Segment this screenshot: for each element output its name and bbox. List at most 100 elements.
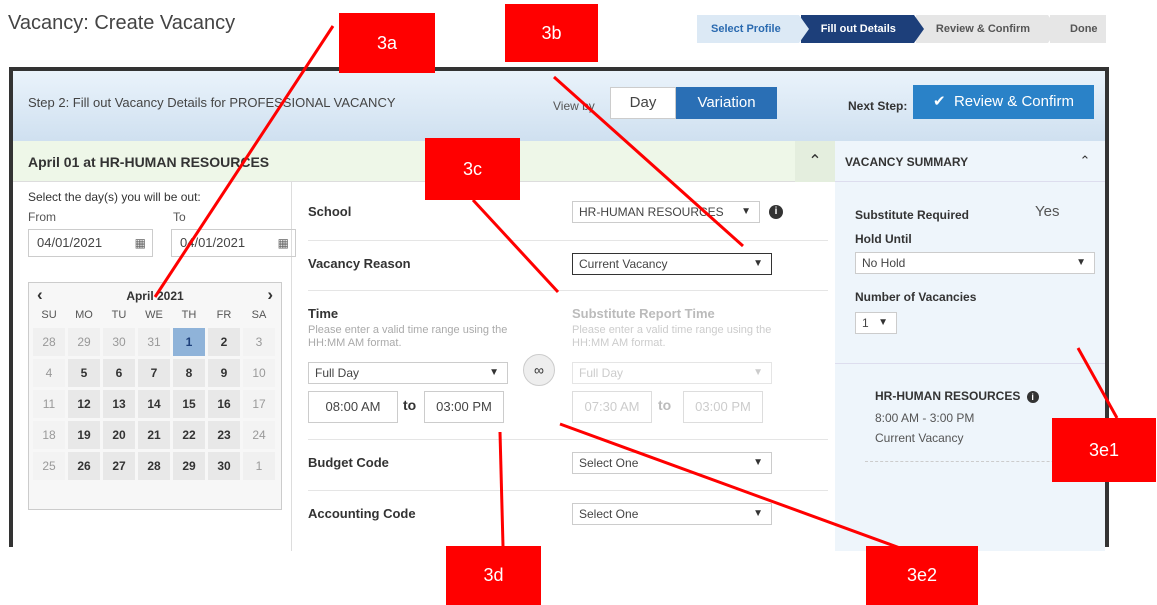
calendar-icon[interactable]: ▦ [135,230,146,256]
calendar-dow: FR [216,309,232,321]
calendar-day[interactable]: 17 [243,390,275,418]
view-by-label: View by [553,99,595,113]
calendar-day[interactable]: 29 [68,328,100,356]
day-header-title: April 01 at HR-HUMAN RESOURCES [28,154,270,170]
divider [308,490,828,491]
calendar-day[interactable]: 30 [208,452,240,480]
calendar-day[interactable]: 28 [138,452,170,480]
chevron-down-icon: ▼ [753,367,763,378]
sub-time-select[interactable]: Full Day ▼ [572,362,772,384]
sub-time-select-value: Full Day [579,366,624,380]
budget-code-select[interactable]: Select One ▼ [572,452,772,474]
vacancy-reason-select[interactable]: Current Vacancy ▼ [572,253,772,275]
review-confirm-label: Review & Confirm [953,93,1074,110]
calendar-day[interactable]: 1 [173,328,205,356]
calendar-day[interactable]: 7 [138,359,170,387]
calendar-day[interactable]: 5 [68,359,100,387]
review-confirm-button[interactable]: ✔ Review & Confirm [913,85,1094,119]
vacancy-panel: Step 2: Fill out Vacancy Details for PRO… [9,67,1109,551]
calendar-day[interactable]: 23 [208,421,240,449]
calendar-day[interactable]: 9 [208,359,240,387]
calendar-day[interactable]: 10 [243,359,275,387]
to-label: To [173,210,186,224]
callout-3e1: 3e1 [1052,418,1156,482]
accounting-code-label: Accounting Code [308,506,416,521]
date-selection: Select the day(s) you will be out: From … [13,182,296,551]
calendar-dow: TH [181,309,197,321]
school-label: School [308,204,352,219]
collapse-day-button[interactable]: ⌃ [795,141,835,182]
from-date-value: 04/01/2021 [37,235,103,250]
from-label: From [28,210,56,224]
sub-required-value: Yes [1035,203,1060,220]
calendar-day[interactable]: 24 [243,421,275,449]
callout-3e2: 3e2 [866,546,978,605]
calendar-day[interactable]: 13 [103,390,135,418]
divider [308,439,828,440]
calendar-header: ‹ April 2021 › [29,283,281,309]
calendar-day[interactable]: 16 [208,390,240,418]
calendar-day[interactable]: 30 [103,328,135,356]
collapse-summary-button[interactable]: ⌃ [1065,141,1105,182]
time-select[interactable]: Full Day ▼ [308,362,508,384]
num-vacancies-select[interactable]: 1 ▼ [855,312,897,334]
calendar-day[interactable]: 26 [68,452,100,480]
calendar-dow: TU [111,309,127,321]
callout-3b: 3b [505,4,598,62]
sub-time-hint: Please enter a valid time range using th… [572,324,772,349]
calendar-day[interactable]: 31 [138,328,170,356]
sub-time-start-input[interactable]: 07:30 AM [572,391,652,423]
step-review-confirm[interactable]: Review & Confirm [915,15,1059,43]
calendar-day[interactable]: 21 [138,421,170,449]
calendar-day[interactable]: 2 [208,328,240,356]
calendar-day[interactable]: 12 [68,390,100,418]
calendar-day[interactable]: 11 [33,390,65,418]
summary-title: VACANCY SUMMARY [845,155,969,169]
calendar-day[interactable]: 20 [103,421,135,449]
school-select[interactable]: HR-HUMAN RESOURCES ▼ [572,201,760,223]
chevron-down-icon: ▼ [753,508,763,519]
time-hint: Please enter a valid time range using th… [308,324,508,349]
info-icon[interactable]: i [1026,391,1039,403]
from-date-input[interactable]: 04/01/2021 ▦ [28,229,153,257]
step-label: Review & Confirm [935,23,1031,35]
calendar-day[interactable]: 18 [33,421,65,449]
calendar-day[interactable]: 8 [173,359,205,387]
calendar-day[interactable]: 15 [173,390,205,418]
view-variation-button[interactable]: Variation [676,87,777,119]
hold-until-select[interactable]: No Hold ▼ [855,252,1095,274]
sub-time-end-input[interactable]: 03:00 PM [683,391,763,423]
divider [308,240,828,241]
time-start-input[interactable]: 08:00 AM [308,391,398,423]
accounting-code-select[interactable]: Select One ▼ [572,503,772,525]
calendar-day[interactable]: 4 [33,359,65,387]
step-done[interactable]: Done [1050,15,1106,43]
calendar-day[interactable]: 1 [243,452,275,480]
accounting-code-value: Select One [579,507,639,521]
step-bar: Step 2: Fill out Vacancy Details for PRO… [13,71,1105,141]
next-month-icon[interactable]: › [267,285,273,305]
to-date-input[interactable]: 04/01/2021 ▦ [171,229,296,257]
chevron-down-icon: ▼ [741,206,751,217]
calendar-day[interactable]: 28 [33,328,65,356]
step-select-profile[interactable]: Select Profile [697,15,809,43]
view-day-button[interactable]: Day [610,87,676,119]
calendar-day[interactable]: 19 [68,421,100,449]
info-icon[interactable]: i [769,205,783,219]
calendar-day[interactable]: 22 [173,421,205,449]
calendar-day[interactable]: 3 [243,328,275,356]
calendar-day[interactable]: 14 [138,390,170,418]
sub-report-time-label: Substitute Report Time [572,306,715,321]
calendar-day[interactable]: 25 [33,452,65,480]
calendar-day[interactable]: 27 [103,452,135,480]
time-end-input[interactable]: 03:00 PM [424,391,504,423]
calendar-day[interactable]: 6 [103,359,135,387]
calendar-day[interactable]: 29 [173,452,205,480]
calendar-dow: SA [251,309,267,321]
school-value: HR-HUMAN RESOURCES [579,205,724,219]
calendar-dow: SU [41,309,57,321]
step-fill-out-details[interactable]: Fill out Details [800,15,924,43]
calendar-icon[interactable]: ▦ [278,230,289,256]
link-times-button[interactable]: ∞ [523,354,555,386]
summary-school: HR-HUMAN RESOURCES i [875,389,1039,403]
